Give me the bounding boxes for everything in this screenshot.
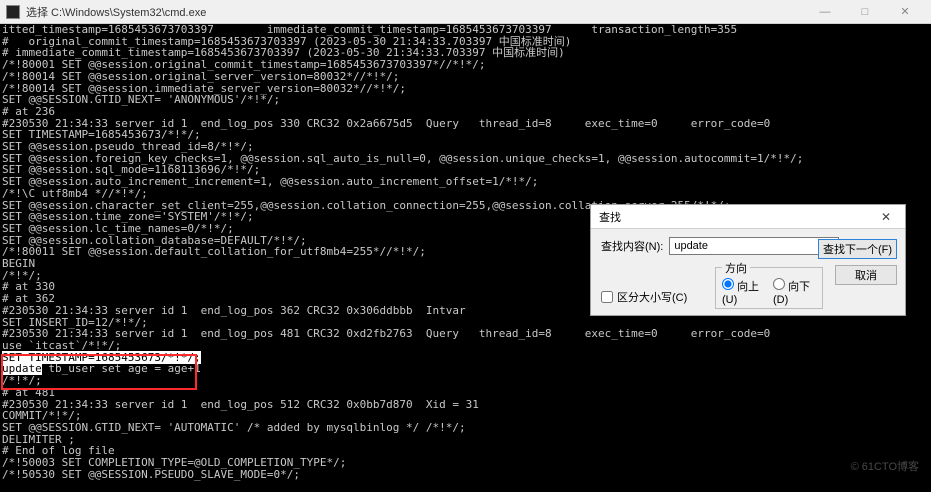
close-button[interactable]: ✕: [885, 1, 925, 23]
highlight-line-2-rest: tb_user set age = age+1: [42, 362, 201, 375]
direction-down-radio[interactable]: [773, 278, 785, 290]
cancel-button[interactable]: 取消: [835, 265, 897, 285]
bottom-strip: [0, 492, 931, 500]
match-case-checkbox[interactable]: [601, 291, 613, 303]
maximize-button[interactable]: □: [845, 1, 885, 23]
window-title: 选择 C:\Windows\System32\cmd.exe: [26, 4, 206, 20]
direction-up-radio[interactable]: [722, 278, 734, 290]
direction-group: 方向 向上(U) 向下(D): [715, 267, 823, 309]
find-dialog-body: 查找内容(N): 查找下一个(F) 取消 区分大小写(C) 方向 向上(U) 向…: [591, 229, 905, 315]
find-input[interactable]: [669, 237, 839, 255]
direction-up-option[interactable]: 向上(U): [722, 278, 765, 306]
find-dialog: 查找 ✕ 查找内容(N): 查找下一个(F) 取消 区分大小写(C) 方向 向上…: [590, 204, 906, 316]
find-next-button[interactable]: 查找下一个(F): [818, 239, 897, 259]
find-content-label: 查找内容(N):: [601, 238, 663, 254]
window-buttons: — □ ✕: [805, 1, 925, 23]
cmd-icon: [6, 5, 20, 19]
minimize-button[interactable]: —: [805, 1, 845, 23]
match-case-label: 区分大小写(C): [617, 289, 687, 305]
find-dialog-title: 查找: [599, 209, 621, 225]
find-close-button[interactable]: ✕: [875, 208, 897, 226]
direction-legend: 方向: [722, 260, 750, 276]
find-dialog-titlebar: 查找 ✕: [591, 205, 905, 229]
titlebar: 选择 C:\Windows\System32\cmd.exe — □ ✕: [0, 0, 931, 24]
direction-down-option[interactable]: 向下(D): [773, 278, 816, 306]
watermark: © 61CTO博客: [851, 462, 919, 474]
